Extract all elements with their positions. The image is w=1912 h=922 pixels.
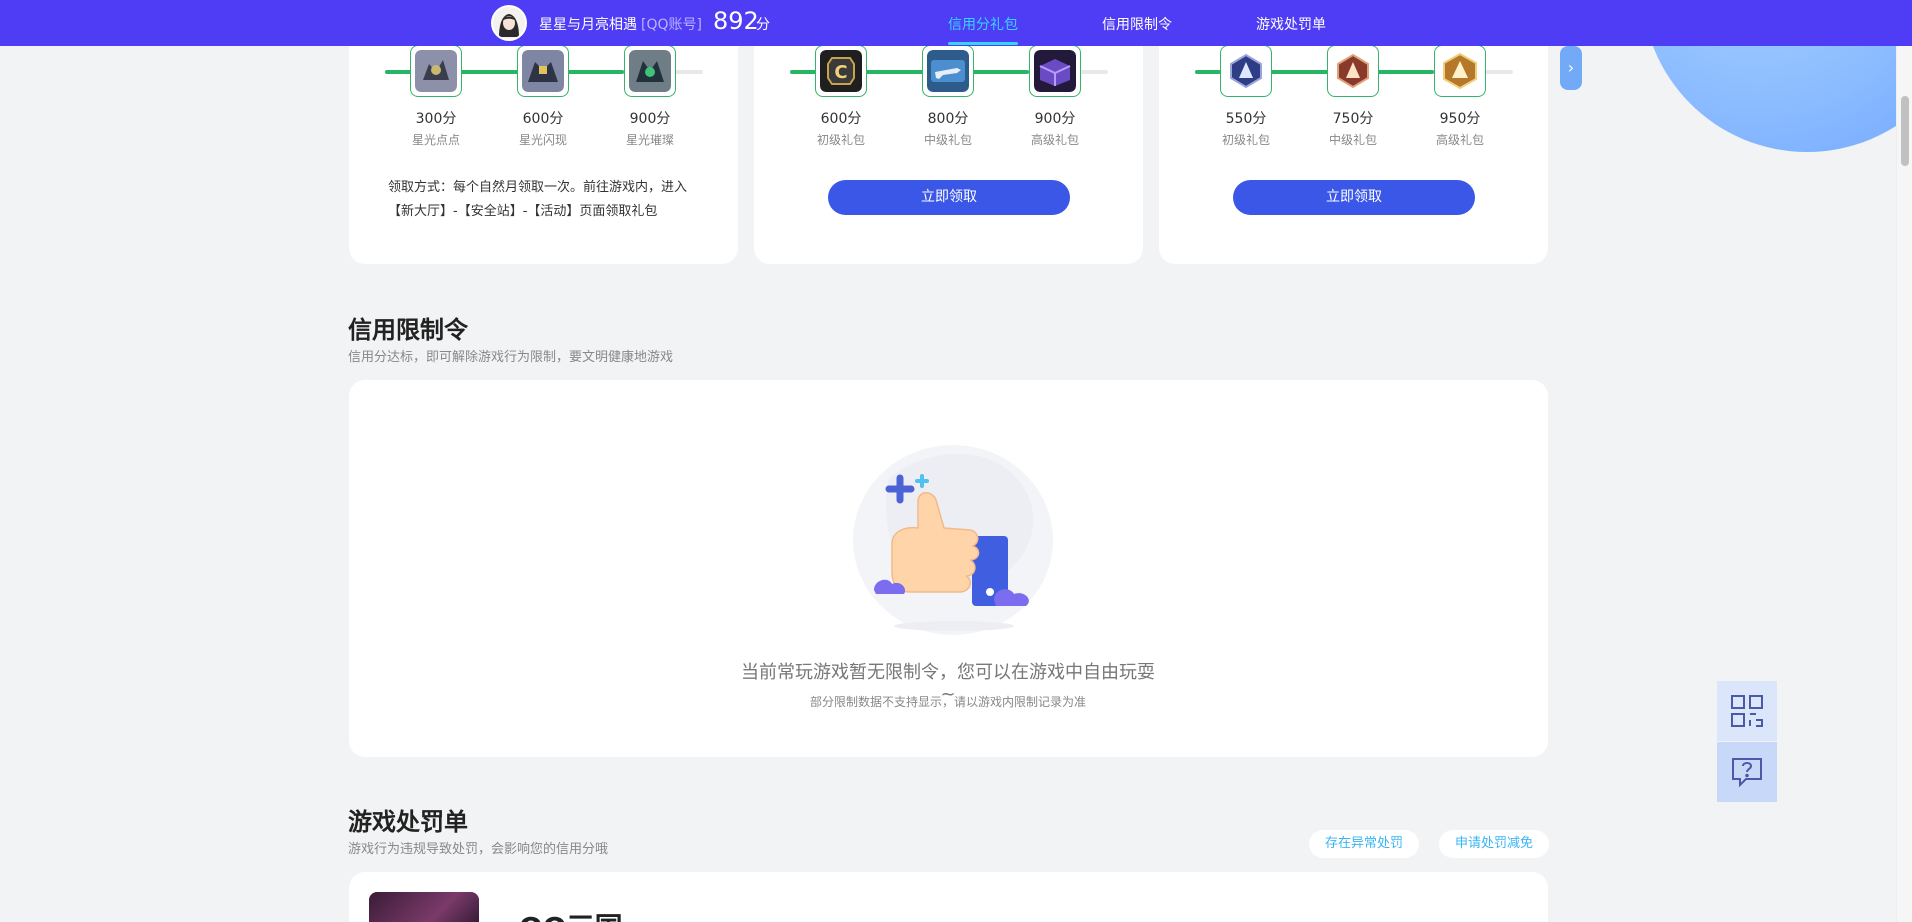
chevron-right-icon: › [1567,58,1575,77]
gift-item-box[interactable]: C [815,45,867,97]
nickname: 星星与月亮相遇 [539,17,637,33]
scrollbar-thumb[interactable] [1901,96,1909,166]
gift-name: 高级礼包 [1030,133,1079,147]
tab-credit-restriction[interactable]: 信用限制令 [1102,14,1172,34]
starlight-dazzle-icon [629,50,671,92]
gift-item-box[interactable] [517,45,569,97]
penalty-section-title: 游戏处罚单 [348,808,468,836]
restriction-section-subtitle: 信用分达标，即可解除游戏行为限制，要文明健康地游戏 [348,350,674,365]
points-label: 800分 [927,111,969,127]
carousel-next-button[interactable]: › [1560,46,1582,90]
empty-state-note: 部分限制数据不支持显示，请以游戏内限制记录为准 [809,695,1086,709]
gift-item-box[interactable] [922,45,974,97]
claim-method-note: 领取方式：每个自然月领取一次。前往游戏内，进入【新大厅】-【安全站】-【活动】页… [388,180,688,219]
points-label: 550分 [1225,111,1267,127]
starlight-flash-icon [522,50,564,92]
gift-name: 中级礼包 [1328,133,1377,147]
points-label: 750分 [1332,111,1374,127]
gift-name: 初级礼包 [816,133,865,147]
bronze-rank-badge-icon [1332,50,1374,92]
starlight-dot-icon [415,50,457,92]
credit-score: 892 [713,7,759,35]
game-cover-thumbnail [369,892,479,922]
gift-name: 星光闪现 [518,133,567,147]
page-scrollbar[interactable] [1896,0,1912,922]
gift-name: 中级礼包 [923,133,972,147]
help-chat-icon [1732,758,1762,788]
qr-code-button[interactable] [1717,681,1777,741]
claim-now-button[interactable]: 立即领取 [828,180,1070,215]
penalty-section-subtitle: 游戏行为违规导致处罚，会影响您的信用分哦 [348,842,609,857]
abnormal-penalty-button[interactable]: 存在异常处罚 [1309,830,1419,858]
account-tag: [QQ账号] [641,17,702,33]
claim-now-button[interactable]: 立即领取 [1233,180,1475,215]
game-title: QQ三国 [519,906,623,922]
score-unit: 分 [756,17,770,33]
points-label: 900分 [1034,111,1076,127]
gift-name: 星光璀璨 [625,133,674,147]
gift-item-box[interactable] [1327,45,1379,97]
tab-credit-gift[interactable]: 信用分礼包 [948,14,1018,34]
points-label: 600分 [522,111,564,127]
blue-rank-badge-icon [1225,50,1267,92]
gift-item-box[interactable] [624,45,676,97]
svg-text:C: C [834,62,847,83]
gift-crate-icon [1034,50,1076,92]
points-label: 950分 [1439,111,1481,127]
gift-item-box[interactable] [1220,45,1272,97]
avatar[interactable] [491,5,527,41]
c-badge-icon: C [820,50,862,92]
active-tab-underline [948,42,1018,45]
tab-game-penalty[interactable]: 游戏处罚单 [1256,14,1326,34]
gold-rank-badge-icon [1439,50,1481,92]
apply-penalty-reduction-button[interactable]: 申请处罚减免 [1439,830,1549,858]
top-bar: 星星与月亮相遇 [QQ账号] 892 分 信用分礼包 信用限制令 游戏处罚单 [0,0,1912,46]
gift-name: 高级礼包 [1435,133,1484,147]
points-label: 300分 [415,111,457,127]
thumbs-up-illustration [853,445,1053,635]
feedback-button[interactable] [1717,742,1777,802]
gift-name: 初级礼包 [1221,133,1270,147]
points-label: 600分 [820,111,862,127]
gift-name: 星光点点 [411,133,460,147]
qr-code-icon [1731,695,1763,727]
gift-item-box[interactable] [1029,45,1081,97]
restriction-section-title: 信用限制令 [348,316,468,344]
points-label: 900分 [629,111,671,127]
gift-item-box[interactable] [1434,45,1486,97]
gift-item-box[interactable] [410,45,462,97]
rifle-skin-icon [927,50,969,92]
